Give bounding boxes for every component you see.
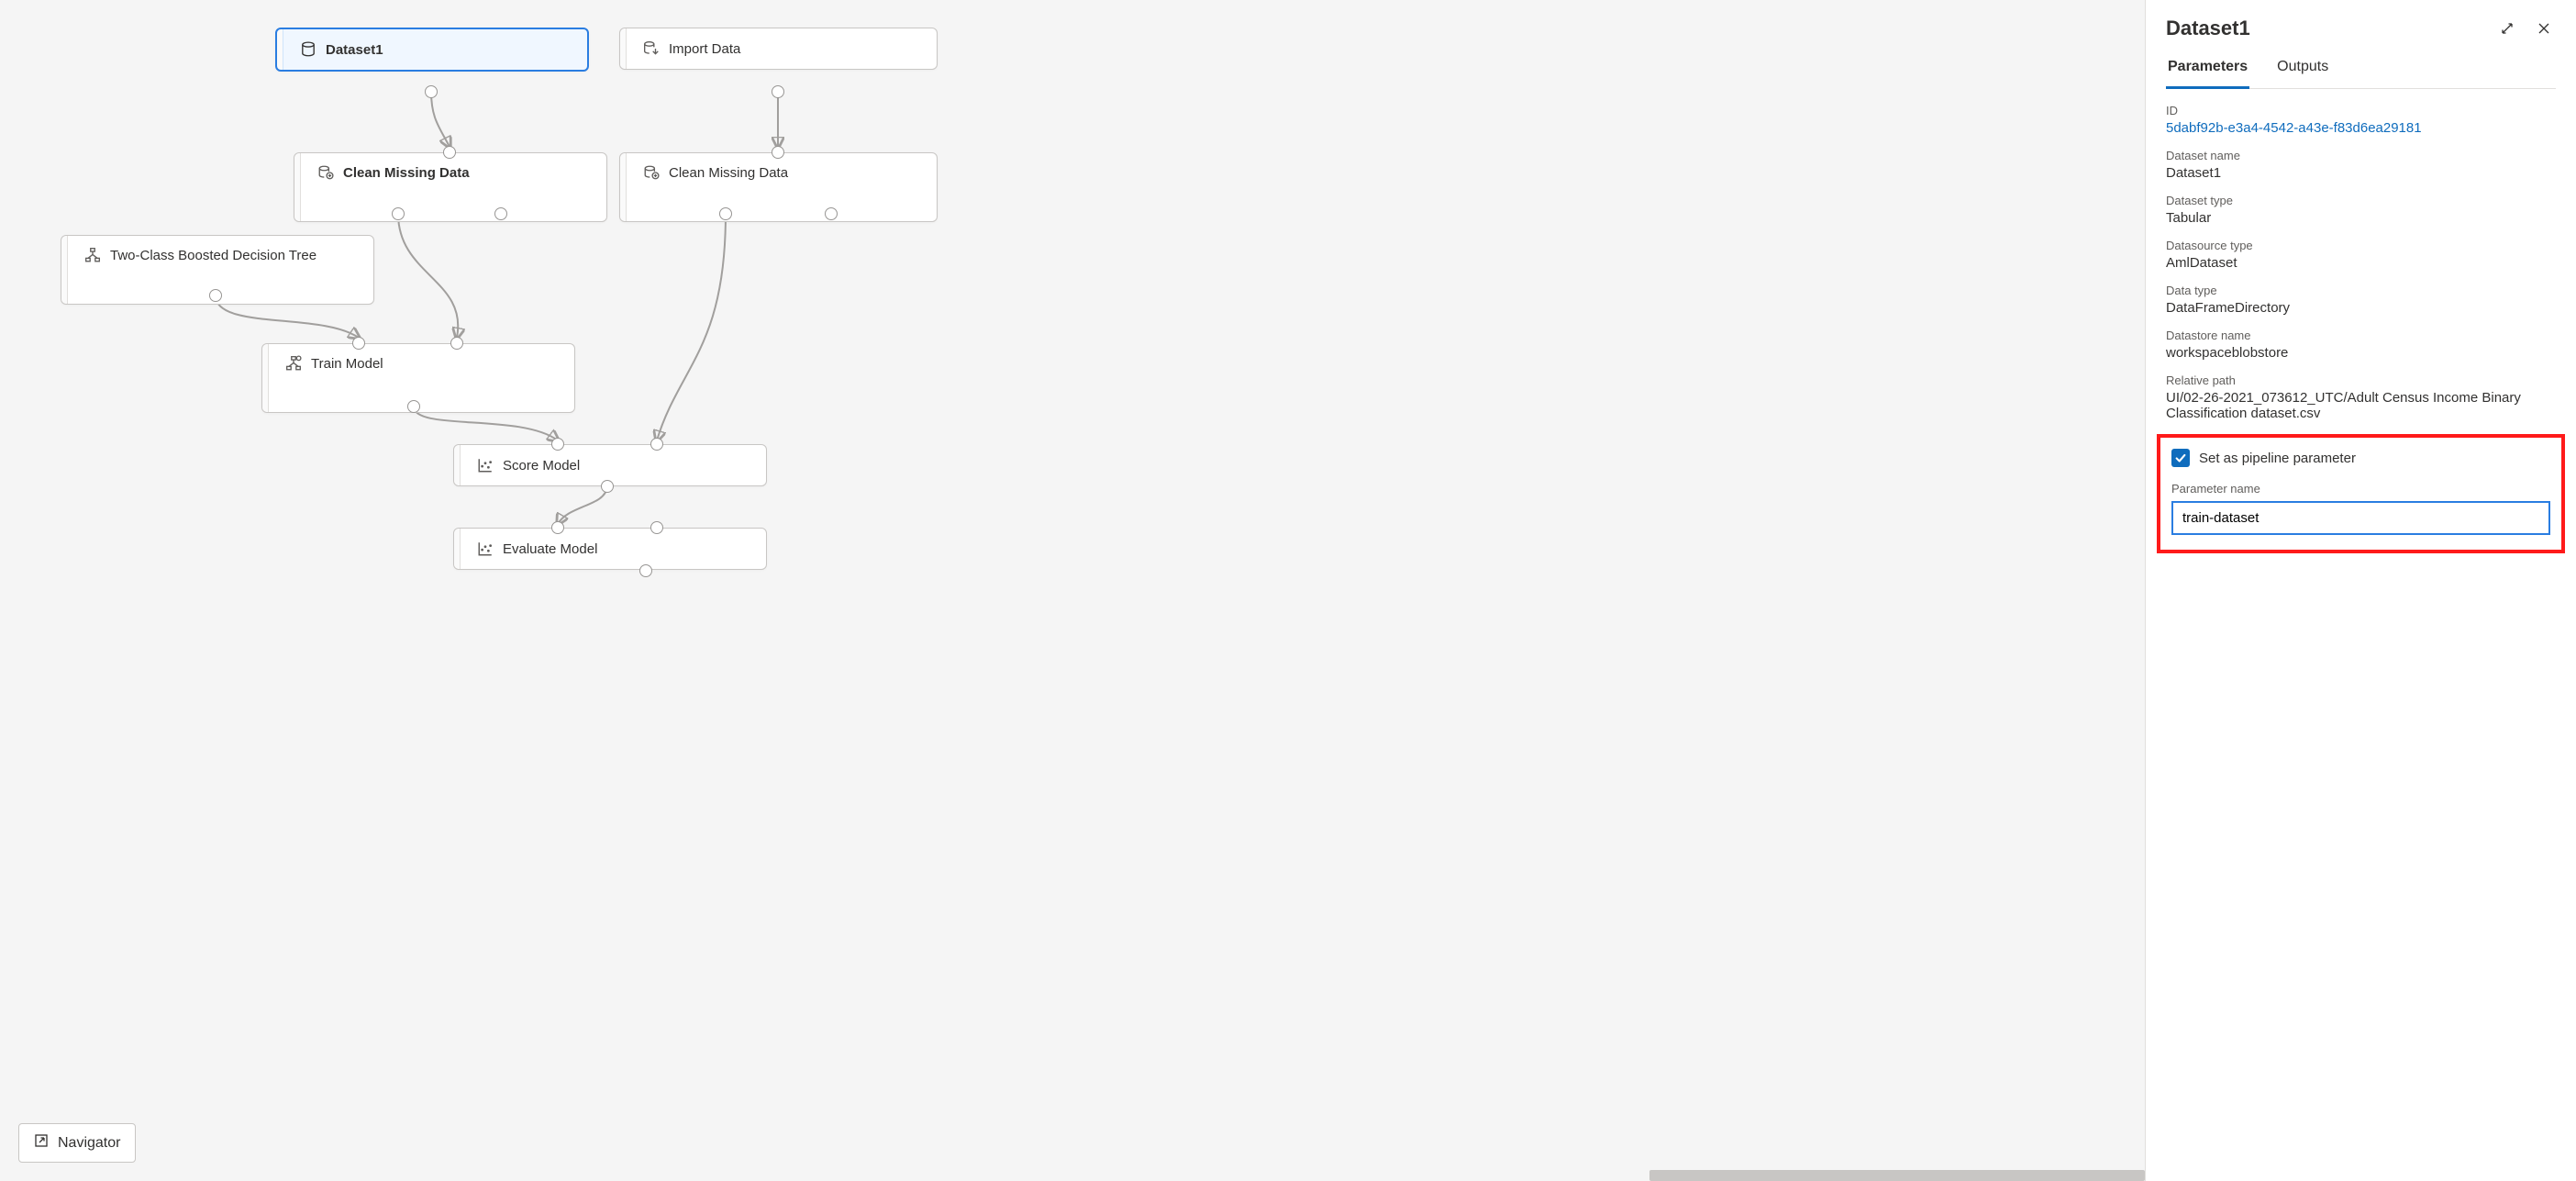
close-button[interactable] bbox=[2532, 17, 2556, 40]
node-label: Evaluate Model bbox=[503, 541, 597, 557]
panel-tabs: Parameters Outputs bbox=[2166, 59, 2556, 89]
prop-value: UI/02-26-2021_073612_UTC/Adult Census In… bbox=[2166, 390, 2556, 421]
port-out[interactable] bbox=[407, 400, 420, 413]
port-in[interactable] bbox=[551, 438, 564, 451]
parameter-name-input[interactable] bbox=[2171, 501, 2550, 535]
prop-key: Dataset type bbox=[2166, 194, 2556, 207]
set-pipeline-param-checkbox[interactable] bbox=[2171, 449, 2190, 467]
port-out[interactable] bbox=[719, 207, 732, 220]
node-label: Two-Class Boosted Decision Tree bbox=[110, 248, 316, 263]
prop-key: Datastore name bbox=[2166, 329, 2556, 342]
node-handle[interactable] bbox=[277, 29, 283, 70]
node-handle[interactable] bbox=[454, 529, 461, 569]
parameter-name-label: Parameter name bbox=[2171, 482, 2550, 496]
prop-datastore-name: Datastore name workspaceblobstore bbox=[2166, 329, 2556, 361]
node-handle[interactable] bbox=[294, 153, 301, 221]
node-clean-missing-left[interactable]: Clean Missing Data bbox=[294, 152, 607, 222]
node-label: Score Model bbox=[503, 458, 580, 474]
port-out[interactable] bbox=[601, 480, 614, 493]
tab-outputs[interactable]: Outputs bbox=[2275, 59, 2330, 88]
node-dataset1[interactable]: Dataset1 bbox=[275, 28, 589, 72]
clean-icon bbox=[317, 164, 334, 181]
port-out[interactable] bbox=[425, 85, 438, 98]
set-pipeline-param-label: Set as pipeline parameter bbox=[2199, 451, 2356, 466]
node-label: Train Model bbox=[311, 356, 383, 372]
open-icon bbox=[34, 1133, 49, 1153]
port-in[interactable] bbox=[650, 521, 663, 534]
prop-value: Tabular bbox=[2166, 210, 2556, 226]
port-in[interactable] bbox=[443, 146, 456, 159]
port-in[interactable] bbox=[650, 438, 663, 451]
horizontal-scrollbar[interactable] bbox=[1649, 1170, 2145, 1181]
tab-parameters[interactable]: Parameters bbox=[2166, 59, 2249, 89]
node-handle[interactable] bbox=[61, 236, 68, 304]
node-clean-missing-right[interactable]: Clean Missing Data bbox=[619, 152, 938, 222]
prop-value: DataFrameDirectory bbox=[2166, 300, 2556, 316]
node-handle[interactable] bbox=[262, 344, 269, 412]
expand-button[interactable] bbox=[2495, 17, 2519, 40]
prop-value: Dataset1 bbox=[2166, 165, 2556, 181]
import-icon bbox=[643, 40, 660, 57]
prop-relative-path: Relative path UI/02-26-2021_073612_UTC/A… bbox=[2166, 373, 2556, 421]
node-handle[interactable] bbox=[454, 445, 461, 485]
dataset-icon bbox=[300, 41, 316, 58]
prop-datasource-type: Datasource type AmlDataset bbox=[2166, 239, 2556, 271]
port-out[interactable] bbox=[392, 207, 405, 220]
prop-key: ID bbox=[2166, 104, 2556, 117]
node-evaluate-model[interactable]: Evaluate Model bbox=[453, 528, 767, 570]
prop-key: Datasource type bbox=[2166, 239, 2556, 252]
prop-dataset-type: Dataset type Tabular bbox=[2166, 194, 2556, 226]
node-label: Clean Missing Data bbox=[669, 165, 788, 181]
port-in[interactable] bbox=[352, 337, 365, 350]
port-out[interactable] bbox=[209, 289, 222, 302]
prop-value-link[interactable]: 5dabf92b-e3a4-4542-a43e-f83d6ea29181 bbox=[2166, 120, 2556, 136]
property-list: ID 5dabf92b-e3a4-4542-a43e-f83d6ea29181 … bbox=[2166, 104, 2556, 421]
chart-icon bbox=[477, 457, 494, 474]
node-handle[interactable] bbox=[620, 28, 627, 69]
navigator-label: Navigator bbox=[58, 1135, 120, 1152]
train-icon bbox=[285, 355, 302, 372]
clean-icon bbox=[643, 164, 660, 181]
prop-key: Data type bbox=[2166, 284, 2556, 297]
prop-id: ID 5dabf92b-e3a4-4542-a43e-f83d6ea29181 bbox=[2166, 104, 2556, 136]
tree-icon bbox=[84, 247, 101, 263]
chart-icon bbox=[477, 540, 494, 557]
node-import-data[interactable]: Import Data bbox=[619, 28, 938, 70]
prop-value: workspaceblobstore bbox=[2166, 345, 2556, 361]
details-panel: Dataset1 Parameters Outputs ID 5dabf92b-… bbox=[2145, 0, 2576, 1181]
port-in[interactable] bbox=[450, 337, 463, 350]
pipeline-parameter-section: Set as pipeline parameter Parameter name bbox=[2157, 434, 2565, 553]
node-label: Dataset1 bbox=[326, 42, 383, 58]
pipeline-canvas[interactable]: Dataset1 Import Data bbox=[0, 0, 2145, 1181]
prop-key: Dataset name bbox=[2166, 149, 2556, 162]
port-in[interactable] bbox=[551, 521, 564, 534]
port-out[interactable] bbox=[825, 207, 838, 220]
port-in[interactable] bbox=[772, 146, 784, 159]
prop-dataset-name: Dataset name Dataset1 bbox=[2166, 149, 2556, 181]
navigator-button[interactable]: Navigator bbox=[18, 1123, 136, 1163]
prop-data-type: Data type DataFrameDirectory bbox=[2166, 284, 2556, 316]
port-out[interactable] bbox=[639, 564, 652, 577]
port-out[interactable] bbox=[494, 207, 507, 220]
port-out[interactable] bbox=[772, 85, 784, 98]
node-label: Clean Missing Data bbox=[343, 165, 470, 181]
prop-key: Relative path bbox=[2166, 373, 2556, 387]
node-label: Import Data bbox=[669, 41, 740, 57]
panel-title: Dataset1 bbox=[2166, 17, 2482, 40]
node-handle[interactable] bbox=[620, 153, 627, 221]
prop-value: AmlDataset bbox=[2166, 255, 2556, 271]
